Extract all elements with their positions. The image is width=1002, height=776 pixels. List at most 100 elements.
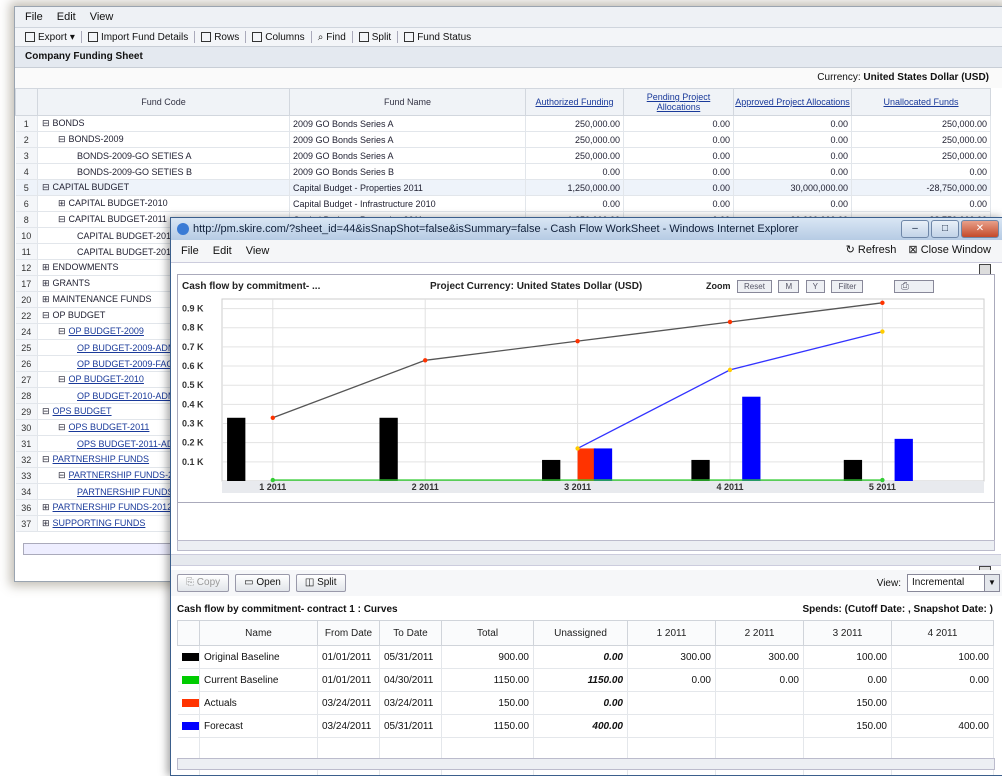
zoom-year-button[interactable]: Y [806,280,825,293]
fund-code-cell[interactable]: BONDS-2009-GO SETIES A [38,148,290,164]
unallocated-cell: 250,000.00 [852,116,991,132]
fund-code: CAPITAL BUDGET-2011-2 [77,247,183,257]
col-unassigned[interactable]: Unassigned [534,621,628,646]
col-to-date[interactable]: To Date [380,621,442,646]
series-marker [880,478,884,482]
tree-toggle-icon[interactable]: ⊞ [58,198,66,208]
fund-row[interactable]: 1⊟BONDS2009 GO Bonds Series A250,000.000… [16,116,991,132]
tree-toggle-icon[interactable]: ⊟ [58,134,66,144]
col-name[interactable]: Name [200,621,318,646]
menu-edit[interactable]: Edit [213,245,232,257]
toolbar-separator [352,31,353,43]
menu-view[interactable]: View [246,245,270,257]
col-from-date[interactable]: From Date [318,621,380,646]
menu-view[interactable]: View [90,11,114,23]
tree-toggle-icon[interactable]: ⊟ [42,182,50,192]
refresh-label: Refresh [858,244,897,256]
chevron-down-icon[interactable]: ▼ [984,574,1000,592]
fund-code-cell[interactable]: ⊟BONDS [38,116,290,132]
zoom-reset-button[interactable]: Reset [737,280,772,293]
copy-button[interactable]: ⎘ Copy [177,574,229,592]
fund-row[interactable]: 4BONDS-2009-GO SETIES B2009 GO Bonds Ser… [16,164,991,180]
fund-code[interactable]: PARTNERSHIP FUNDS [53,454,150,464]
split-resize-bar[interactable] [171,554,1001,566]
menu-file[interactable]: File [25,11,43,23]
notes-area[interactable] [177,502,995,542]
fund-code: BONDS-2009-GO SETIES A [77,151,192,161]
menu-edit[interactable]: Edit [57,11,76,23]
columns-button[interactable]: Columns [252,32,304,43]
curve-row[interactable]: Current Baseline01/01/201104/30/20111150… [178,669,994,692]
export-button[interactable]: Export ▾ [25,32,75,43]
fund-row[interactable]: 3BONDS-2009-GO SETIES A2009 GO Bonds Ser… [16,148,991,164]
curve-row[interactable]: Forecast03/24/201105/31/20111150.00400.0… [178,715,994,738]
tree-toggle-icon[interactable]: ⊟ [42,118,50,128]
col-total[interactable]: Total [442,621,534,646]
col-unallocated[interactable]: Unallocated Funds [852,89,991,116]
fund-code-cell[interactable]: ⊟CAPITAL BUDGET [38,180,290,196]
sheet-title: Company Funding Sheet [15,47,1002,68]
view-select[interactable]: Incremental▼ [907,574,985,592]
tree-toggle-icon[interactable]: ⊞ [42,518,50,528]
toolbar-separator [194,31,195,43]
fund-code-cell[interactable]: ⊟BONDS-2009 [38,132,290,148]
close-window-button[interactable]: ⊠ Close Window [908,243,991,256]
col-approved[interactable]: Approved Project Allocations [734,89,852,116]
col-fund-name[interactable]: Fund Name [290,89,526,116]
tree-toggle-icon[interactable]: ⊟ [58,374,66,384]
fund-code[interactable]: OPS BUDGET-2011 [69,422,150,432]
tree-toggle-icon[interactable]: ⊟ [58,470,66,480]
refresh-icon: ↻ [846,244,855,256]
curve-row[interactable]: Original Baseline01/01/201105/31/2011900… [178,646,994,669]
fund-code[interactable]: PARTNERSHIP FUNDS-2012 [53,502,173,512]
tree-toggle-icon[interactable]: ⊟ [42,454,50,464]
tree-toggle-icon[interactable]: ⊞ [42,294,50,304]
col-period-2[interactable]: 2 2011 [716,621,804,646]
back-horizontal-scrollbar[interactable] [23,543,175,555]
tree-toggle-icon[interactable]: ⊞ [42,262,50,272]
fund-code-cell[interactable]: BONDS-2009-GO SETIES B [38,164,290,180]
tree-toggle-icon[interactable]: ⊞ [42,502,50,512]
tree-toggle-icon[interactable]: ⊟ [58,326,66,336]
col-period-4[interactable]: 4 2011 [892,621,994,646]
tree-toggle-icon[interactable]: ⊟ [42,406,50,416]
filter-button[interactable]: Filter [831,280,863,293]
col-pending[interactable]: Pending Project Allocations [624,89,734,116]
col-period-1[interactable]: 1 2011 [628,621,716,646]
tree-toggle-icon[interactable]: ⊟ [42,310,50,320]
fund-row[interactable]: 2⊟BONDS-20092009 GO Bonds Series A250,00… [16,132,991,148]
refresh-button[interactable]: ↻ Refresh [846,243,897,256]
close-button[interactable]: ✕ [961,220,999,238]
fund-code[interactable]: SUPPORTING FUNDS [53,518,146,528]
fund-code[interactable]: OPS BUDGET [53,406,112,416]
split-button[interactable]: ◫ Split [296,574,346,592]
print-button[interactable]: ⎙ [894,280,934,293]
split-button-back[interactable]: Split [359,32,391,43]
tree-toggle-icon[interactable]: ⊞ [42,278,50,288]
fund-code[interactable]: OP BUDGET-2009-ADMIN [77,343,184,353]
col-fund-code[interactable]: Fund Code [38,89,290,116]
curve-row[interactable]: Actuals03/24/201103/24/2011150.000.00150… [178,692,994,715]
minimize-button[interactable]: – [901,220,929,238]
grid-horizontal-scrollbar[interactable] [177,758,995,770]
fund-row[interactable]: 5⊟CAPITAL BUDGETCapital Budget - Propert… [16,180,991,196]
col-period-3[interactable]: 3 2011 [804,621,892,646]
tree-toggle-icon[interactable]: ⊟ [58,422,66,432]
import-fund-details-button[interactable]: Import Fund Details [88,32,188,43]
fund-row[interactable]: 6⊞CAPITAL BUDGET-2010Capital Budget - In… [16,196,991,212]
open-button[interactable]: ▭ Open [235,574,290,592]
col-authorized[interactable]: Authorized Funding [526,89,624,116]
fund-code[interactable]: OP BUDGET-2010 [69,374,144,384]
zoom-month-button[interactable]: M [778,280,799,293]
maximize-button[interactable]: □ [931,220,959,238]
fund-status-button[interactable]: Fund Status [404,32,471,43]
fund-code[interactable]: OP BUDGET-2010-ADMIN [77,391,184,401]
find-button[interactable]: ⌕Find [318,32,346,43]
chart-horizontal-scrollbar[interactable] [177,540,995,551]
tree-toggle-icon[interactable]: ⊟ [58,214,66,224]
unassigned: 0.00 [534,692,628,715]
rows-button[interactable]: Rows [201,32,239,43]
fund-code[interactable]: OP BUDGET-2009 [69,326,144,336]
fund-code-cell[interactable]: ⊞CAPITAL BUDGET-2010 [38,196,290,212]
menu-file[interactable]: File [181,245,199,257]
